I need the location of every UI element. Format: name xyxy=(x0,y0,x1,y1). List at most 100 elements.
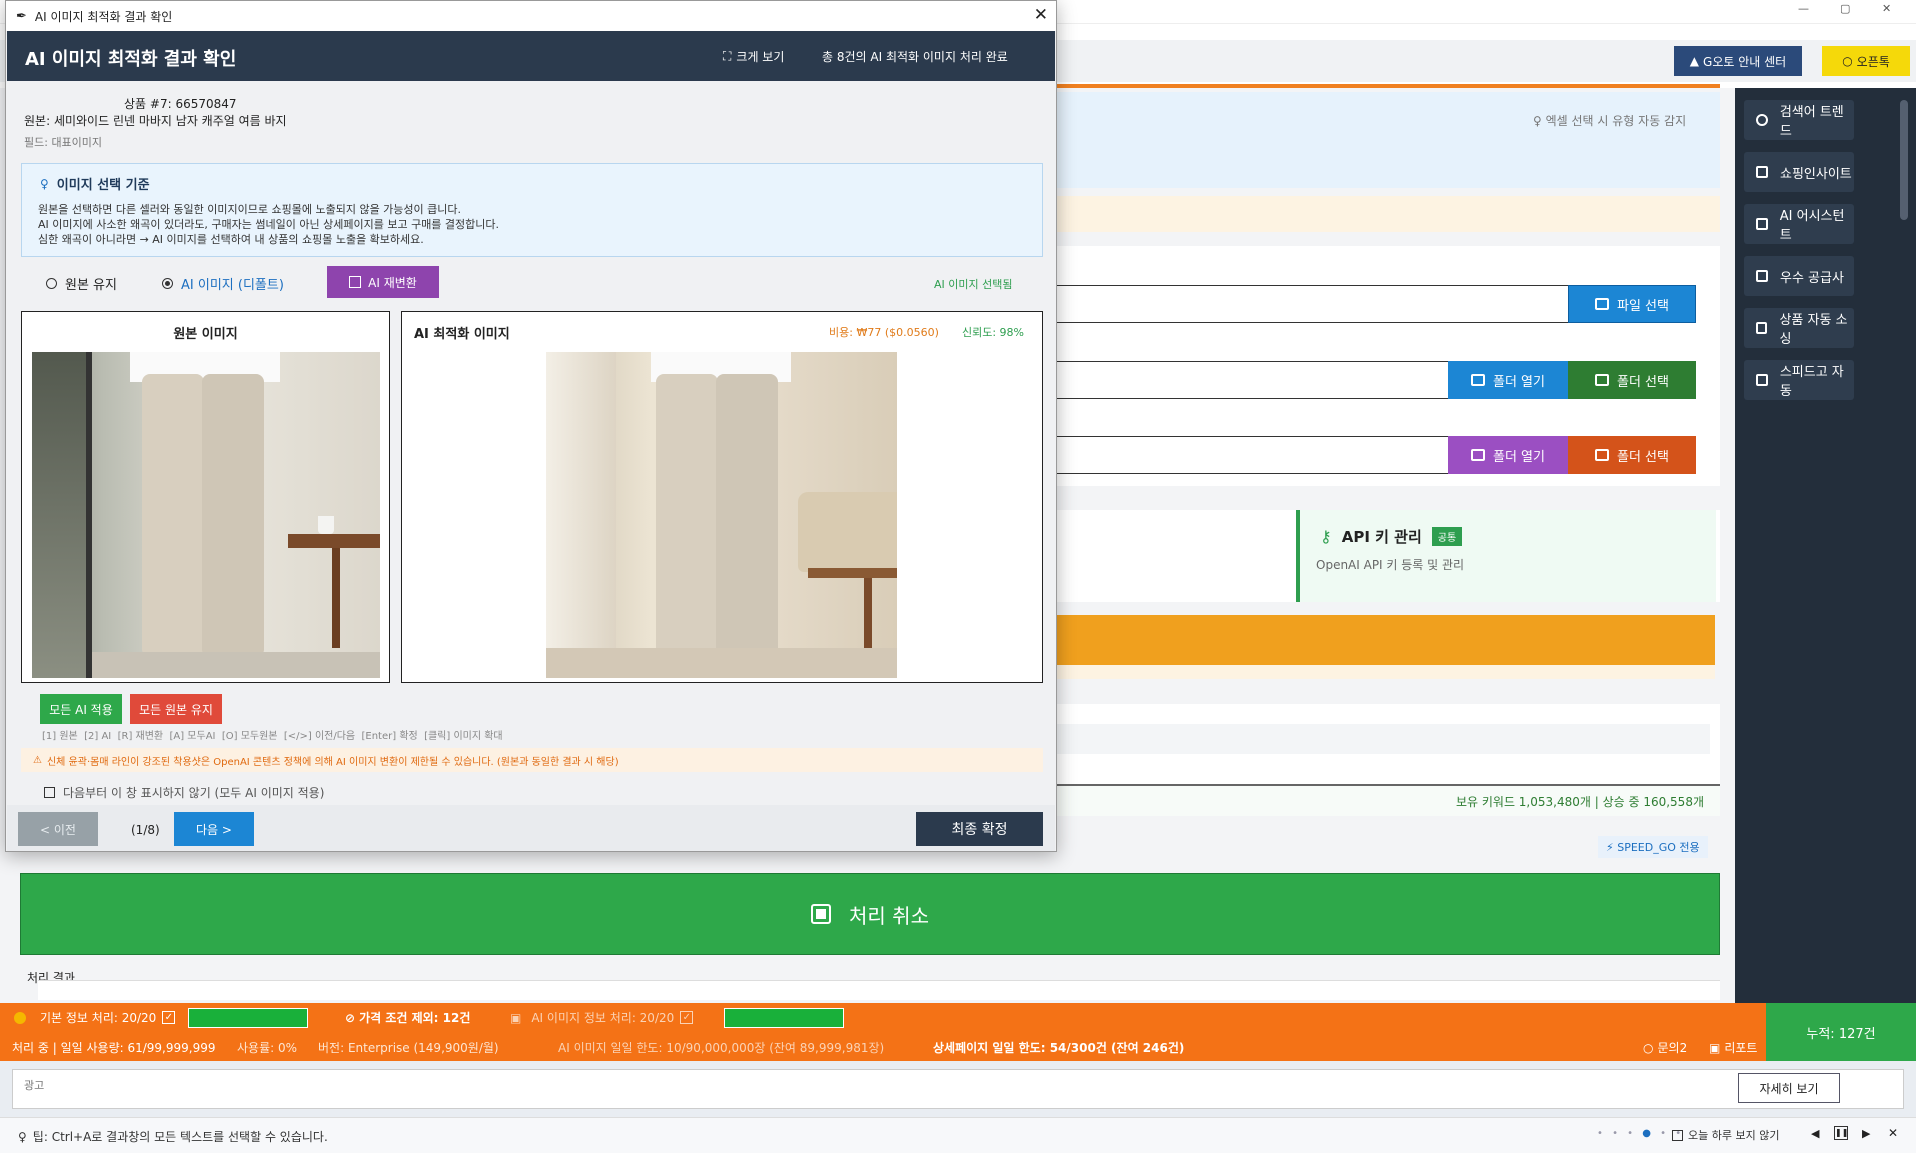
checkbox-icon xyxy=(44,787,55,798)
tip-text: ♀ 팁: Ctrl+A로 결과창의 모든 텍스트를 선택할 수 있습니다. xyxy=(18,1129,328,1145)
warning-icon: ⚠ xyxy=(33,754,42,766)
robot-icon xyxy=(1756,374,1768,386)
tip-pause-icon[interactable]: ❚❚ xyxy=(1834,1126,1848,1140)
robot-icon: ▣ xyxy=(510,1010,522,1025)
selection-status: AI 이미지 선택됨 xyxy=(934,278,1013,291)
feather-icon: ✒ xyxy=(16,8,27,24)
pants-right xyxy=(716,374,778,656)
folder-open-icon xyxy=(1595,374,1609,386)
ai-image-panel: AI 최적화 이미지 비용: ₩77 ($0.0560) 신뢰도: 98% xyxy=(401,311,1043,683)
status-dot xyxy=(14,1012,26,1024)
maximize-icon[interactable]: ▢ xyxy=(1840,2,1850,15)
apply-all-ai-button[interactable]: 모든 AI 적용 xyxy=(40,694,122,724)
next-button[interactable]: 다음 > xyxy=(174,812,254,846)
usage-rate: 사용률: 0% xyxy=(237,1041,298,1055)
tip-prev-icon[interactable]: ◀ xyxy=(1811,1127,1819,1140)
folder-open-button-1[interactable]: 폴더 열기 xyxy=(1448,361,1568,399)
keyboard-shortcuts: [1] 원본 [2] AI [R] 재변환 [A] 모두AI [O] 모두원본 … xyxy=(42,731,503,742)
sidebar-item-shopping-insight[interactable]: 쇼핑인사이트 xyxy=(1744,152,1854,192)
result-panel xyxy=(38,980,1720,1000)
ai-reconvert-button[interactable]: AI 재변환 xyxy=(327,266,439,298)
cup xyxy=(318,516,334,534)
folder-select-button-1[interactable]: 폴더 선택 xyxy=(1568,361,1696,399)
checkbox-icon xyxy=(1756,322,1768,334)
api-card-title: API 키 관리 xyxy=(1341,528,1422,546)
floor xyxy=(92,652,380,678)
tip-close-icon[interactable]: ✕ xyxy=(1888,1126,1898,1140)
radio-ai-image[interactable]: AI 이미지 (디폴트) xyxy=(162,274,284,293)
cube-icon xyxy=(1471,374,1485,386)
sidebar-item-auto-sourcing[interactable]: 상품 자동 소싱 xyxy=(1744,308,1854,348)
chat-icon: ○ xyxy=(1643,1040,1654,1055)
keep-all-original-button[interactable]: 모든 원본 유지 xyxy=(130,694,222,724)
folder-path-input-2[interactable] xyxy=(1040,436,1450,474)
selection-criteria-box: ♀ 이미지 선택 기준 원본을 선택하면 다른 셀러와 동일한 이미지이므로 쇼… xyxy=(21,163,1043,257)
ai-info-progress xyxy=(724,1008,844,1028)
minimize-icon[interactable]: — xyxy=(1798,2,1809,15)
window-frame xyxy=(32,352,92,678)
inquiry-link[interactable]: ○ 문의2 xyxy=(1643,1039,1687,1056)
folder-open-button-2[interactable]: 폴더 열기 xyxy=(1448,436,1568,474)
stop-icon xyxy=(811,904,832,924)
file-path-input[interactable] xyxy=(1040,285,1570,323)
field-label: 필드: 대표이미지 xyxy=(24,136,103,149)
speedgo-badge: ⚡ SPEED_GO 전용 xyxy=(1598,836,1708,858)
open-chat-button[interactable]: ○ 오픈톡 xyxy=(1822,46,1910,76)
guide-center-button[interactable]: ▲ G오토 안내 센터 xyxy=(1674,46,1802,76)
side-table xyxy=(288,534,380,548)
check-icon: ✓ xyxy=(162,1011,176,1024)
curtain xyxy=(546,352,616,678)
close-icon[interactable]: ✕ xyxy=(1882,2,1891,15)
sidebar-item-ai-assistant[interactable]: AI 어시스턴트 xyxy=(1744,204,1854,244)
bell-icon: ▲ xyxy=(1689,54,1700,68)
original-product-image[interactable] xyxy=(32,352,380,678)
chat-icon: ○ xyxy=(1842,54,1853,68)
folder-path-input-1[interactable] xyxy=(1040,361,1450,399)
final-confirm-button[interactable]: 최종 확정 xyxy=(916,812,1043,846)
hide-today-checkbox[interactable]: 오늘 하루 보지 않기 xyxy=(1672,1127,1779,1143)
dialog-close-icon[interactable]: ✕ xyxy=(1034,5,1048,25)
sidebar-item-top-supplier[interactable]: 우수 공급사 xyxy=(1744,256,1854,296)
robot-icon xyxy=(1756,218,1768,230)
cancel-processing-button[interactable]: 처리 취소 xyxy=(20,873,1720,955)
radio-selected-icon xyxy=(162,278,173,289)
ad-label: 광고 xyxy=(24,1079,45,1092)
folder-open-icon xyxy=(1595,449,1609,461)
window-controls: — ▢ ✕ xyxy=(1790,2,1910,20)
basic-info-progress xyxy=(188,1008,308,1028)
total-count: 누적: 127건 xyxy=(1766,1003,1916,1061)
prev-button[interactable]: < 이전 xyxy=(18,812,98,846)
folder-select-button-2[interactable]: 폴더 선택 xyxy=(1568,436,1696,474)
side-table xyxy=(808,568,897,578)
original-panel-title: 원본 이미지 xyxy=(173,327,238,342)
ad-box[interactable] xyxy=(12,1069,1904,1109)
ai-product-image[interactable] xyxy=(546,352,897,678)
version-info: 버전: Enterprise (149,900원/월) xyxy=(318,1041,499,1055)
sidebar-item-keyword-trend[interactable]: 검색어 트렌드 xyxy=(1744,100,1854,140)
api-key-card[interactable]: ⚷ API 키 관리 공통 OpenAI API 키 등록 및 관리 xyxy=(1296,510,1716,602)
tip-next-icon[interactable]: ▶ xyxy=(1862,1127,1870,1140)
ai-daily-limit: AI 이미지 일일 한도: 10/90,000,000장 (잔여 89,999,… xyxy=(558,1041,885,1055)
file-select-button[interactable]: 파일 선택 xyxy=(1568,285,1696,323)
floor xyxy=(546,648,897,678)
ad-detail-button[interactable]: 자세히 보기 xyxy=(1738,1073,1840,1103)
key-icon: ⚷ xyxy=(1320,527,1332,546)
daily-usage: 처리 중 | 일일 사용량: 61/99,999,999 xyxy=(12,1041,216,1055)
building-icon xyxy=(1756,270,1768,282)
common-badge: 공통 xyxy=(1431,527,1463,546)
enlarge-button[interactable]: ⛶ 크게 보기 xyxy=(723,48,784,65)
product-number: 상품 #7: 66570847 xyxy=(124,97,237,111)
lightbulb-icon: ♀ xyxy=(18,1129,27,1144)
radio-keep-original[interactable]: 원본 유지 xyxy=(46,274,117,293)
search-icon xyxy=(1756,114,1768,126)
report-link[interactable]: ▣ 리포트 xyxy=(1709,1039,1757,1056)
pants-left xyxy=(656,374,718,656)
pants-left xyxy=(142,374,204,654)
content-policy-warning: ⚠ 신체 윤곽·몸매 라인이 강조된 착용샷은 OpenAI 콘텐츠 정책에 의해… xyxy=(21,748,1043,772)
lightning-icon: ⚡ xyxy=(1606,841,1618,854)
api-card-desc: OpenAI API 키 등록 및 관리 xyxy=(1316,558,1465,572)
sidebar-scrollbar[interactable] xyxy=(1900,100,1908,220)
dont-show-again-checkbox[interactable]: 다음부터 이 창 표시하지 않기 (모두 AI 이미지 적용) xyxy=(44,784,324,801)
sidebar-item-speedgo-auto[interactable]: 스피드고 자동 xyxy=(1744,360,1854,400)
folder-icon xyxy=(1595,298,1609,310)
